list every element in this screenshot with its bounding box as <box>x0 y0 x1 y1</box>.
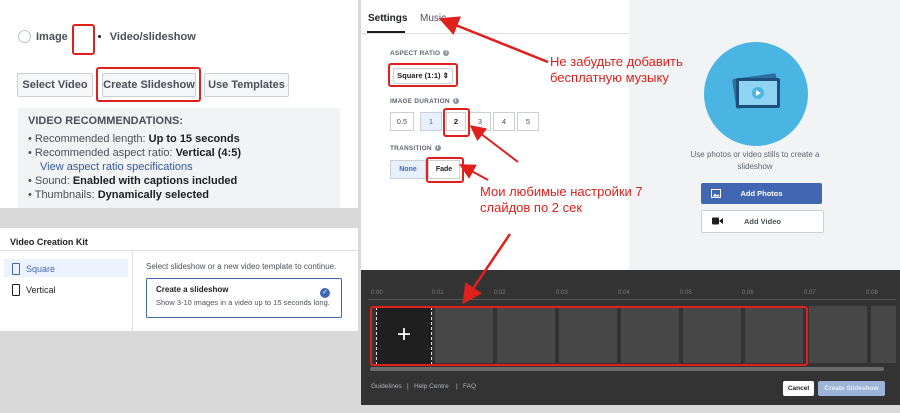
annotation-arrows <box>438 16 549 305</box>
arrow-to-timeline <box>462 233 512 305</box>
arrow-to-music-tab <box>438 16 549 64</box>
arrow-to-duration <box>469 125 519 163</box>
arrow-to-fade <box>458 164 489 181</box>
